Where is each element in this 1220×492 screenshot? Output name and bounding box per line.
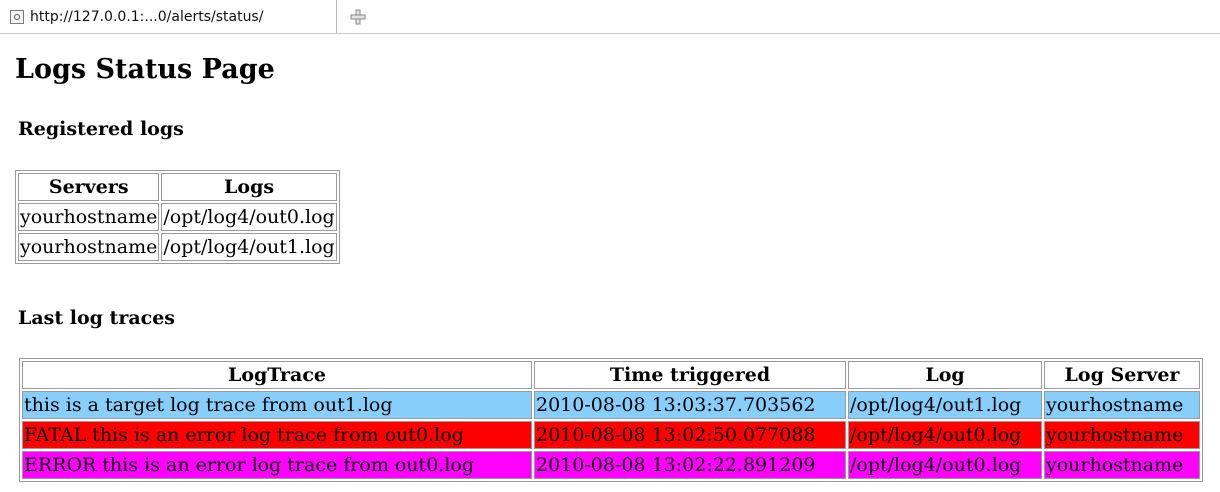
last-log-traces-table: LogTrace Time triggered Log Log Server t… [19, 358, 1203, 482]
logtrace-cell: FATAL this is an error log trace from ou… [22, 421, 532, 449]
table-row: FATAL this is an error log trace from ou… [22, 421, 1200, 449]
new-tab-plus-icon[interactable] [349, 8, 367, 26]
time-triggered-cell: 2010-08-08 13:02:50.077088 [534, 421, 846, 449]
time-triggered-cell: 2010-08-08 13:03:37.703562 [534, 391, 846, 419]
server-cell: yourhostname [18, 233, 160, 261]
page-content: Logs Status Page Registered logs Servers… [15, 42, 1215, 482]
browser-tab-strip: http://127.0.0.1:...0/alerts/status/ [0, 0, 1220, 34]
column-header-logs: Logs [161, 173, 337, 201]
table-row: this is a target log trace from out1.log… [22, 391, 1200, 419]
log-server-cell: yourhostname [1044, 391, 1200, 419]
column-header-time-triggered: Time triggered [534, 361, 846, 389]
table-row: yourhostname /opt/log4/out1.log [18, 233, 337, 261]
registered-logs-table: Servers Logs yourhostname /opt/log4/out0… [15, 170, 340, 264]
last-log-traces-heading: Last log traces [18, 307, 176, 329]
page-favicon-icon [10, 10, 24, 24]
column-header-log-server: Log Server [1044, 361, 1200, 389]
log-path-cell: /opt/log4/out0.log [161, 203, 337, 231]
server-cell: yourhostname [18, 203, 160, 231]
registered-logs-heading: Registered logs [18, 118, 184, 140]
table-row: yourhostname /opt/log4/out0.log [18, 203, 337, 231]
column-header-log: Log [848, 361, 1042, 389]
time-triggered-cell: 2010-08-08 13:02:22.891209 [534, 451, 846, 479]
log-cell: /opt/log4/out0.log [848, 421, 1042, 449]
page-title: Logs Status Page [15, 54, 275, 85]
column-header-logtrace: LogTrace [22, 361, 532, 389]
table-header-row: Servers Logs [18, 173, 337, 201]
log-server-cell: yourhostname [1044, 451, 1200, 479]
table-row: ERROR this is an error log trace from ou… [22, 451, 1200, 479]
browser-tab[interactable]: http://127.0.0.1:...0/alerts/status/ [0, 0, 337, 34]
log-path-cell: /opt/log4/out1.log [161, 233, 337, 261]
log-cell: /opt/log4/out1.log [848, 391, 1042, 419]
table-header-row: LogTrace Time triggered Log Log Server [22, 361, 1200, 389]
browser-tab-title: http://127.0.0.1:...0/alerts/status/ [30, 9, 264, 25]
log-server-cell: yourhostname [1044, 421, 1200, 449]
logtrace-cell: ERROR this is an error log trace from ou… [22, 451, 532, 479]
log-cell: /opt/log4/out0.log [848, 451, 1042, 479]
logtrace-cell: this is a target log trace from out1.log [22, 391, 532, 419]
column-header-servers: Servers [18, 173, 160, 201]
